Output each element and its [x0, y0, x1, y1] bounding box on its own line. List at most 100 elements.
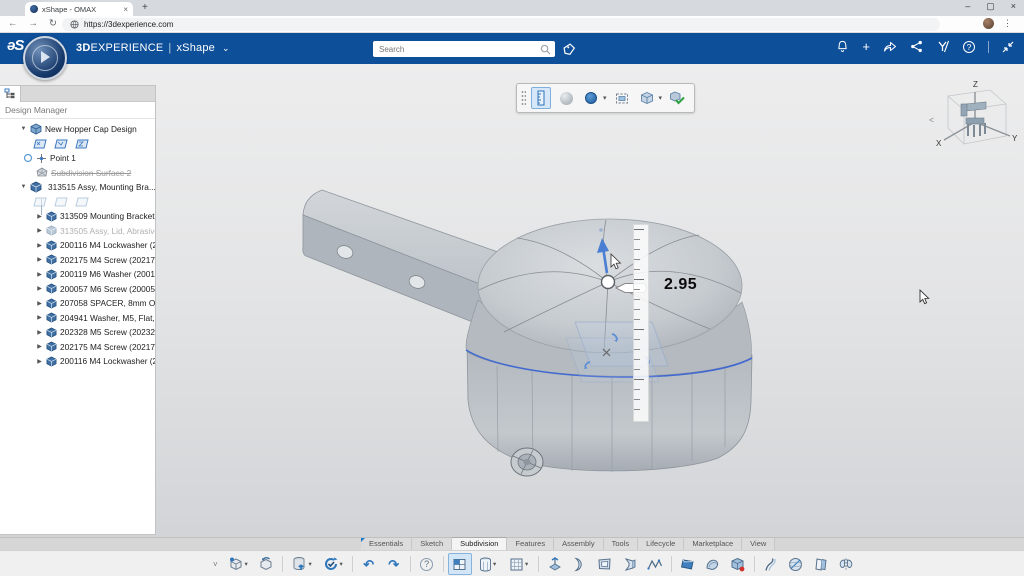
plane-yz-icon[interactable]	[54, 139, 68, 149]
save-to-database-button[interactable]: ▾	[287, 553, 317, 575]
app-switcher-chevron-icon[interactable]: ⌄	[222, 43, 230, 54]
browser-menu-icon[interactable]: ⋮	[1003, 18, 1012, 29]
3dexperience-compass-button[interactable]	[23, 36, 67, 80]
new-part-button[interactable]: ▾	[223, 553, 253, 575]
cylinder-primitive-button[interactable]: ▾	[473, 553, 503, 575]
redo-button[interactable]: ↷	[382, 553, 406, 575]
polyline-button[interactable]	[643, 553, 667, 575]
frame-select-button[interactable]	[612, 87, 632, 109]
axis-x-label[interactable]: X	[936, 139, 942, 148]
plane-zx-icon[interactable]	[75, 197, 89, 207]
browser-tab[interactable]: xShape - OMAX ×	[25, 2, 133, 16]
search-icon[interactable]	[540, 44, 551, 55]
update-part-button[interactable]	[254, 553, 278, 575]
expand-caret-icon[interactable]: ▶	[36, 358, 43, 365]
axis-y-label[interactable]: Y	[1012, 134, 1018, 143]
expand-caret-icon[interactable]: ▶	[36, 300, 43, 307]
insert-mesh-button[interactable]	[726, 553, 750, 575]
split-sphere-button[interactable]	[784, 553, 808, 575]
share-network-icon[interactable]	[910, 40, 923, 53]
tree-item[interactable]: ▶ 204941 Washer, M5, Flat, S...	[0, 311, 155, 326]
browser-profile-avatar[interactable]	[983, 18, 994, 29]
window-close-button[interactable]: ×	[1011, 1, 1016, 12]
tree-item[interactable]: ▶ 200119 M6 Washer (20011...	[0, 267, 155, 282]
tree-node-subdivision-surface[interactable]: Subdivision Surface 2	[0, 166, 155, 181]
refresh-button[interactable]: ↻	[49, 18, 57, 29]
tree-node-point[interactable]: Point 1	[0, 151, 155, 166]
tab-assembly[interactable]: Assembly	[554, 538, 604, 550]
tree-item[interactable]: ▶ 202175 M4 Screw (202175...	[0, 340, 155, 355]
offset-planes-button[interactable]	[809, 553, 833, 575]
expand-caret-icon[interactable]: ▶	[36, 329, 43, 336]
notifications-bell-icon[interactable]	[836, 40, 849, 53]
compass-collapse-chevron[interactable]: <	[929, 115, 934, 125]
window-maximize-button[interactable]: ▢	[986, 1, 995, 12]
render-style-button[interactable]	[581, 87, 601, 109]
tree-root-node[interactable]: ▼ New Hopper Cap Design	[0, 122, 155, 137]
expand-caret-icon[interactable]: ▶	[36, 343, 43, 350]
undo-button[interactable]: ↶	[357, 553, 381, 575]
toolbar-drag-handle[interactable]	[521, 90, 526, 106]
close-tab-icon[interactable]: ×	[123, 5, 128, 14]
search-input[interactable]	[379, 45, 540, 54]
round-surface-button[interactable]	[701, 553, 725, 575]
refresh-status-button[interactable]: ▾	[318, 553, 348, 575]
tab-sketch[interactable]: Sketch	[412, 538, 452, 550]
tree-item[interactable]: ▶ 200057 M6 Screw (200057...	[0, 282, 155, 297]
tab-view[interactable]: View	[742, 538, 775, 550]
expand-caret-icon[interactable]: ▼	[20, 126, 27, 132]
tree-item[interactable]: ▶ 313505 Assy, Lid, Abrasive	[0, 224, 155, 239]
expand-caret-icon[interactable]: ▶	[36, 242, 43, 249]
tab-design-manager[interactable]	[0, 86, 21, 102]
symmetry-button[interactable]	[834, 553, 858, 575]
expand-caret-icon[interactable]: ▶	[36, 227, 43, 234]
render-style-caret-icon[interactable]: ▾	[603, 94, 607, 102]
axis-z-label[interactable]: Z	[973, 80, 978, 89]
plane-xy-icon[interactable]	[33, 197, 47, 207]
plane-yz-icon[interactable]	[54, 197, 68, 207]
tree-item[interactable]: ▶ 202328 M5 Screw (202328...	[0, 325, 155, 340]
expand-caret-icon[interactable]: ▶	[36, 271, 43, 278]
frame-surface-button[interactable]	[593, 553, 617, 575]
box-primitive-button[interactable]	[448, 553, 472, 575]
tree-item[interactable]: ▶ 202175 M4 Screw (202175...	[0, 253, 155, 268]
tab-marketplace[interactable]: Marketplace	[684, 538, 742, 550]
view-cube-caret-icon[interactable]: ▾	[659, 94, 663, 102]
dimension-ruler[interactable]	[633, 224, 649, 422]
tree-node-assembly[interactable]: ▼ 313515 Assy, Mounting Bra...	[0, 180, 155, 195]
tag-search-icon[interactable]	[562, 42, 576, 56]
view-cube-button[interactable]	[637, 87, 657, 109]
toolbar-overflow-chevron[interactable]: ˅	[213, 560, 218, 569]
expand-caret-icon[interactable]: ▶	[36, 314, 43, 321]
tree-item[interactable]: ▶ 200116 M4 Lockwasher (20...	[0, 238, 155, 253]
bend-surface-button[interactable]	[568, 553, 592, 575]
tab-essentials[interactable]: Essentials	[361, 538, 412, 550]
add-content-icon[interactable]: +	[862, 40, 870, 53]
tree-item[interactable]: ▶ 313509 Mounting Bracket,	[0, 209, 155, 224]
tab-lifecycle[interactable]: Lifecycle	[638, 538, 684, 550]
expand-caret-icon[interactable]: ▶	[36, 256, 43, 263]
validate-button[interactable]	[667, 87, 687, 109]
window-minimize-button[interactable]: –	[965, 1, 970, 12]
help-button[interactable]: ?	[415, 553, 439, 575]
shaded-view-button[interactable]	[556, 87, 576, 109]
tree-item[interactable]: ▶ 207058 SPACER, 8mm OD...	[0, 296, 155, 311]
help-icon[interactable]: ?	[963, 41, 975, 53]
collapse-window-icon[interactable]	[1002, 41, 1014, 53]
tab-features[interactable]: Features	[507, 538, 554, 550]
shell-surface-button[interactable]	[618, 553, 642, 575]
navigation-cube[interactable]: Z X Y	[928, 78, 1020, 154]
sphere-primitive-button[interactable]: ▾	[504, 553, 534, 575]
back-button[interactable]: ←	[8, 18, 18, 29]
tree-item[interactable]: ▶ 200116 M4 Lockwasher (20...	[0, 354, 155, 369]
flat-surface-button[interactable]	[676, 553, 700, 575]
measure-tool-button[interactable]	[531, 87, 551, 109]
swym-community-icon[interactable]	[936, 40, 950, 53]
forward-button[interactable]: →	[29, 18, 39, 29]
expand-caret-icon[interactable]: ▼	[20, 184, 27, 190]
expand-caret-icon[interactable]: ▶	[36, 285, 43, 292]
extrude-face-button[interactable]	[543, 553, 567, 575]
tab-tools[interactable]: Tools	[604, 538, 639, 550]
curve-button[interactable]	[759, 553, 783, 575]
plane-zx-icon[interactable]	[75, 139, 89, 149]
